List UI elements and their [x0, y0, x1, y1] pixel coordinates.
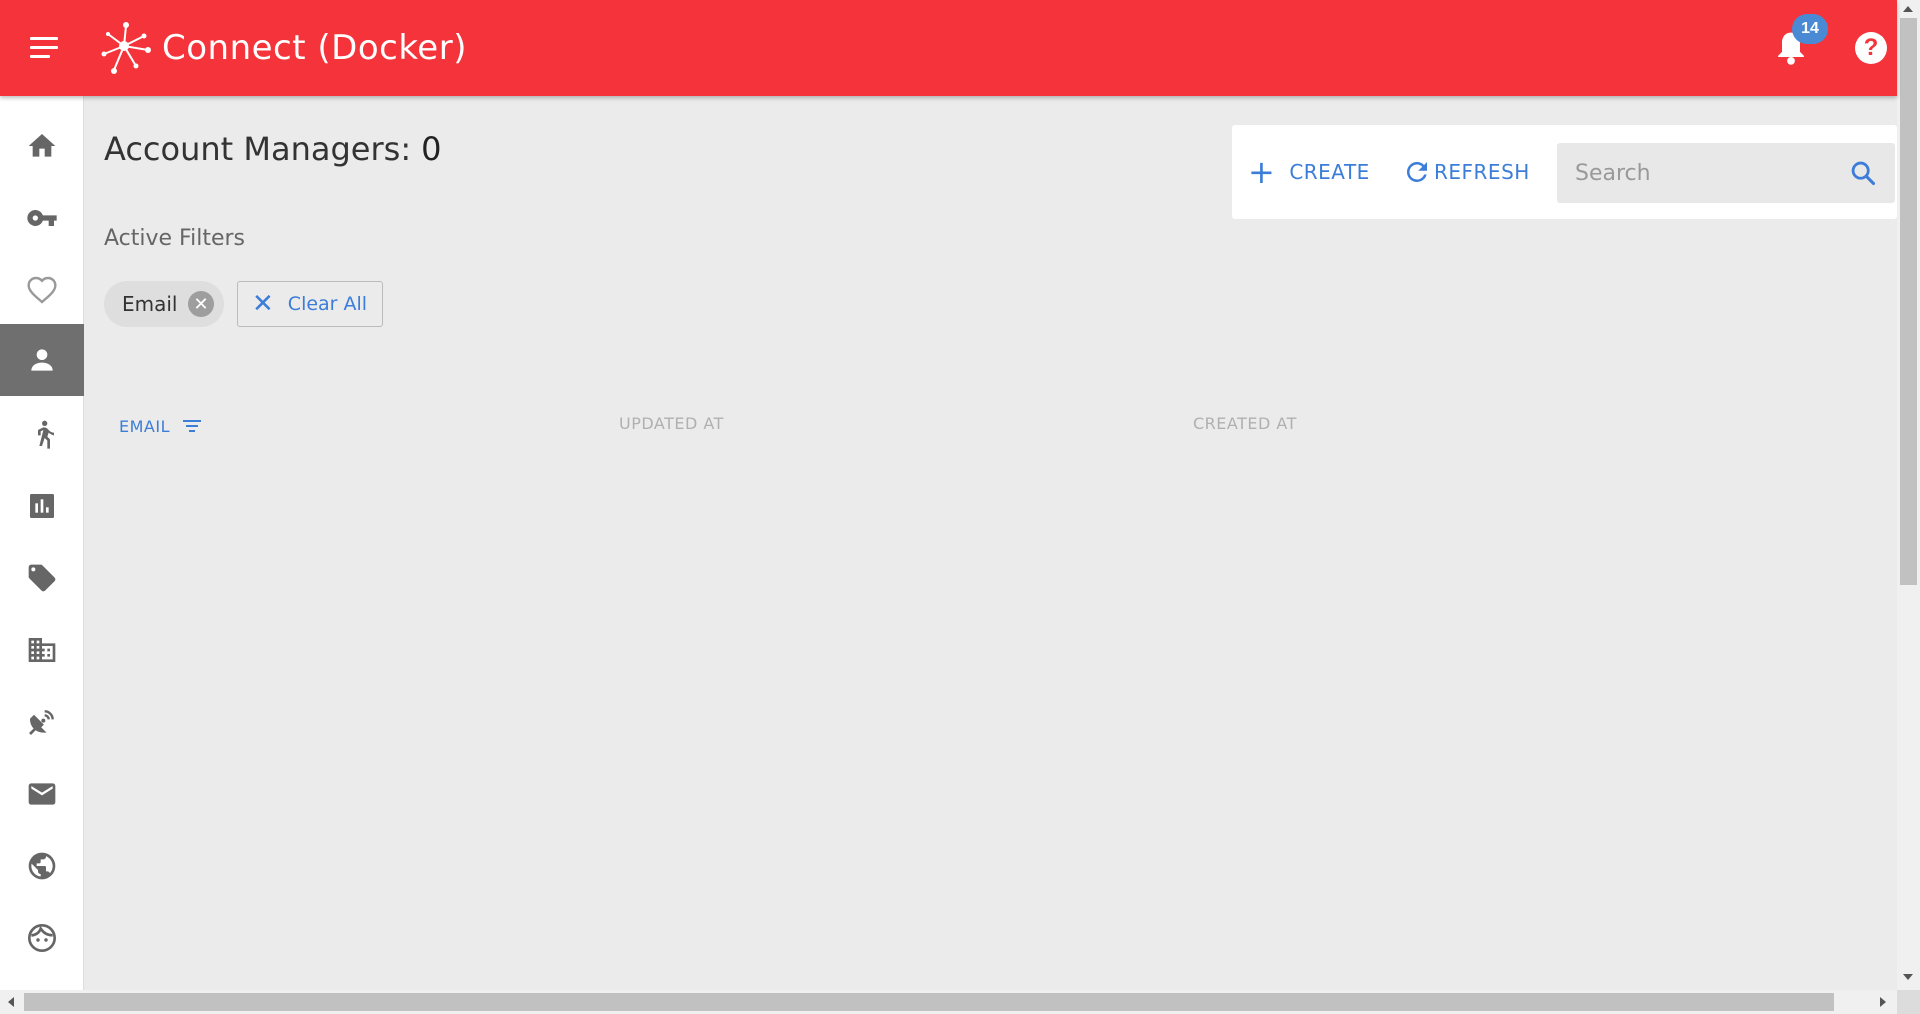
- scroll-down-icon[interactable]: [1903, 974, 1913, 980]
- satellite-dish-icon: [29, 710, 54, 735]
- sidebar: [0, 96, 84, 990]
- sidebar-item-activities[interactable]: [0, 398, 84, 470]
- sidebar-item-global[interactable]: [0, 830, 84, 902]
- remove-filter-icon[interactable]: ✕: [188, 291, 214, 317]
- refresh-button[interactable]: REFRESH: [1402, 153, 1530, 191]
- column-email-label: EMAIL: [119, 416, 170, 436]
- connect-logo-icon: [101, 22, 151, 74]
- close-icon: ✕: [252, 289, 274, 319]
- search-icon[interactable]: [1849, 159, 1877, 187]
- sidebar-item-messages[interactable]: [0, 758, 84, 830]
- notification-count-badge[interactable]: 14: [1792, 14, 1828, 44]
- refresh-label: REFRESH: [1434, 160, 1530, 184]
- sidebar-item-keys[interactable]: [0, 182, 84, 254]
- mail-icon: [28, 783, 56, 805]
- clear-all-label: Clear All: [287, 293, 368, 315]
- search-input[interactable]: [1557, 143, 1837, 203]
- sidebar-item-connections[interactable]: [0, 686, 84, 758]
- column-header-email[interactable]: EMAIL: [119, 414, 204, 438]
- create-button[interactable]: + CREATE: [1248, 153, 1370, 191]
- active-filters-label: Active Filters: [104, 226, 245, 251]
- search-box: [1557, 143, 1895, 203]
- sidebar-item-home[interactable]: [0, 110, 84, 182]
- record-count: 0: [421, 130, 442, 168]
- building-icon: [28, 638, 56, 662]
- clear-all-button[interactable]: ✕ Clear All: [237, 281, 383, 327]
- filter-chip-email[interactable]: Email ✕: [104, 281, 224, 327]
- running-person-icon: [38, 420, 54, 449]
- sidebar-item-favorites[interactable]: [0, 254, 84, 326]
- sidebar-item-profile[interactable]: [0, 902, 84, 974]
- sidebar-item-account-managers[interactable]: [0, 324, 84, 396]
- create-label: CREATE: [1289, 160, 1370, 184]
- horizontal-scrollbar[interactable]: [0, 990, 1897, 1014]
- vertical-scrollbar[interactable]: [1897, 0, 1920, 990]
- key-icon: [27, 210, 57, 226]
- face-icon: [28, 924, 56, 952]
- scroll-right-icon[interactable]: [1880, 997, 1886, 1007]
- scrollbar-corner: [1897, 990, 1920, 1014]
- scroll-left-icon[interactable]: [8, 997, 14, 1007]
- person-icon: [31, 349, 53, 371]
- heart-icon: [27, 276, 57, 304]
- home-icon: [28, 134, 56, 157]
- bar-chart-icon: [30, 494, 54, 518]
- scroll-up-icon[interactable]: [1903, 6, 1913, 12]
- app-header: Connect (Docker) 14 ?: [0, 0, 1897, 96]
- sidebar-item-organizations[interactable]: [0, 614, 84, 686]
- vertical-scroll-thumb[interactable]: [1900, 18, 1917, 585]
- app-title: Connect (Docker): [162, 28, 467, 68]
- list-toolbar: + CREATE REFRESH: [1232, 125, 1897, 219]
- table-header: EMAIL UPDATED AT CREATED AT: [104, 410, 1884, 440]
- column-header-created-at[interactable]: CREATED AT: [1193, 414, 1297, 433]
- sidebar-item-tags[interactable]: [0, 542, 84, 614]
- tag-icon: [28, 564, 56, 592]
- plus-icon: +: [1248, 153, 1276, 191]
- filter-chip-label: Email: [122, 292, 178, 316]
- sidebar-item-reports[interactable]: [0, 470, 84, 542]
- help-icon[interactable]: ?: [1855, 32, 1887, 64]
- sort-icon[interactable]: [180, 414, 204, 438]
- refresh-icon: [1406, 161, 1427, 182]
- menu-icon[interactable]: [26, 34, 62, 64]
- globe-icon: [28, 852, 56, 880]
- horizontal-scroll-thumb[interactable]: [24, 993, 1834, 1011]
- column-header-updated-at[interactable]: UPDATED AT: [619, 414, 724, 433]
- page-title: Account Managers: 0: [104, 130, 441, 168]
- page-title-label: Account Managers:: [104, 130, 412, 168]
